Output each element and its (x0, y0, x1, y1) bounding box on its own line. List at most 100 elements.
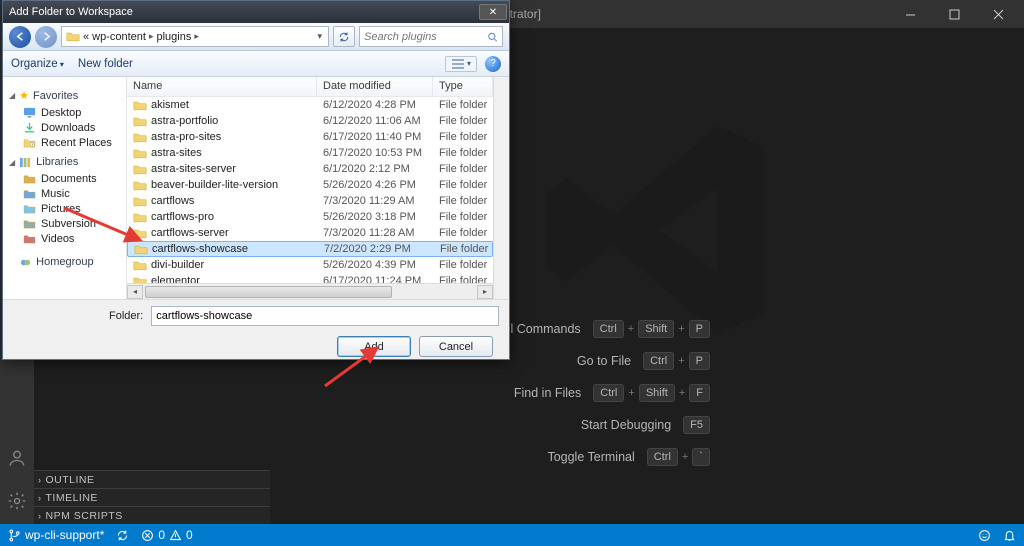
minimize-button[interactable] (888, 0, 932, 28)
horizontal-scrollbar[interactable]: ◂ ▸ (127, 283, 493, 299)
table-row[interactable]: astra-sites6/17/2020 10:53 PMFile folder (127, 145, 493, 161)
new-folder-button[interactable]: New folder (78, 58, 133, 70)
section-timeline[interactable]: ›TIMELINE (34, 488, 270, 506)
file-list: Name Date modified Type akismet6/12/2020… (127, 77, 493, 299)
nav-back-button[interactable] (9, 26, 31, 48)
shortcut-label: Toggle Terminal (547, 450, 634, 464)
recent-icon (23, 137, 36, 148)
side-panel-sections: ›OUTLINE ›TIMELINE ›NPM SCRIPTS (34, 470, 270, 524)
tree-item[interactable]: Music (7, 186, 122, 201)
dialog-body: ◢★Favorites DesktopDownloadsRecent Place… (3, 77, 509, 299)
shortcut-keys: Ctrl+Shift+F (593, 384, 710, 402)
table-row[interactable]: beaver-builder-lite-version5/26/2020 4:2… (127, 177, 493, 193)
section-outline[interactable]: ›OUTLINE (34, 470, 270, 488)
shortcut-label: Go to File (577, 354, 631, 368)
col-date[interactable]: Date modified (317, 77, 433, 96)
folder-input[interactable] (151, 306, 499, 326)
scroll-track[interactable] (143, 285, 477, 299)
col-name[interactable]: Name (127, 77, 317, 96)
column-headers[interactable]: Name Date modified Type (127, 77, 493, 97)
shortcut-label: Find in Files (514, 386, 581, 400)
folder-icon (133, 132, 147, 143)
breadcrumb-bar[interactable]: « wp-content ▸ plugins ▸ ▾ (61, 26, 329, 47)
shortcut-keys: Ctrl+Shift+P (593, 320, 710, 338)
chevron-down-icon[interactable]: ▾ (317, 31, 322, 42)
cancel-button[interactable]: Cancel (419, 336, 493, 357)
folder-icon (133, 212, 147, 223)
table-row[interactable]: cartflows-showcase7/2/2020 2:29 PMFile f… (127, 241, 493, 257)
table-row[interactable]: akismet6/12/2020 4:28 PMFile folder (127, 97, 493, 113)
scroll-thumb[interactable] (145, 286, 392, 298)
tree-item[interactable]: Documents (7, 171, 122, 186)
add-folder-dialog: Add Folder to Workspace ✕ « wp-content ▸… (2, 0, 510, 360)
table-row[interactable]: elementor6/17/2020 11:24 PMFile folder (127, 273, 493, 283)
folder-icon (23, 188, 36, 199)
dialog-nav: « wp-content ▸ plugins ▸ ▾ (3, 23, 509, 51)
shortcut-keys: Ctrl+P (643, 352, 710, 370)
folder-icon (133, 260, 147, 271)
tree-favorites[interactable]: ◢★Favorites (9, 89, 122, 102)
table-row[interactable]: cartflows-pro5/26/2020 3:18 PMFile folde… (127, 209, 493, 225)
maximize-button[interactable] (932, 0, 976, 28)
view-options-button[interactable]: ▾ (445, 56, 477, 72)
branch-indicator[interactable]: wp-cli-support* (8, 528, 104, 542)
folder-icon (133, 164, 147, 175)
tree-item[interactable]: Pictures (7, 201, 122, 216)
table-row[interactable]: astra-pro-sites6/17/2020 11:40 PMFile fo… (127, 129, 493, 145)
scroll-left-button[interactable]: ◂ (127, 285, 143, 299)
tree-item[interactable]: Downloads (7, 120, 122, 135)
feedback-icon[interactable] (978, 529, 991, 542)
folder-icon (23, 218, 36, 229)
help-button[interactable]: ? (485, 56, 501, 72)
homegroup-icon (19, 257, 32, 268)
status-bar: wp-cli-support* 0 0 (0, 524, 1024, 546)
add-button[interactable]: Add (337, 336, 411, 357)
vertical-scrollbar[interactable] (493, 77, 509, 299)
tree-item[interactable]: Videos (7, 231, 122, 246)
welcome-shortcut: Toggle Terminal Ctrl+` (465, 448, 710, 466)
chevron-right-icon: ▸ (194, 31, 199, 42)
shortcut-keys: Ctrl+` (647, 448, 710, 466)
sync-indicator[interactable] (116, 529, 129, 542)
table-row[interactable]: cartflows7/3/2020 11:29 AMFile folder (127, 193, 493, 209)
tree-item[interactable]: Recent Places (7, 135, 122, 150)
folder-icon (133, 116, 147, 127)
folder-icon (133, 100, 147, 111)
search-input[interactable] (364, 31, 487, 43)
organize-menu[interactable]: Organize (11, 58, 64, 70)
warning-icon (169, 529, 182, 542)
tree-item[interactable]: Desktop (7, 105, 122, 120)
tree-libraries[interactable]: ◢Libraries (9, 156, 122, 168)
welcome-shortcut: Start DebuggingF5 (465, 416, 710, 434)
file-rows: akismet6/12/2020 4:28 PMFile folderastra… (127, 97, 493, 283)
dialog-footer: Folder: Add Cancel (3, 299, 509, 359)
star-icon: ★ (19, 89, 29, 102)
tree-homegroup[interactable]: ◢Homegroup (9, 256, 122, 268)
section-npm-scripts[interactable]: ›NPM SCRIPTS (34, 506, 270, 524)
scroll-right-button[interactable]: ▸ (477, 285, 493, 299)
settings-gear-icon[interactable] (7, 491, 27, 516)
search-box[interactable] (359, 26, 503, 47)
table-row[interactable]: cartflows-server7/3/2020 11:28 AMFile fo… (127, 225, 493, 241)
shortcut-keys: F5 (683, 416, 710, 434)
chevron-down-icon: ◢ (9, 91, 15, 100)
search-icon (487, 31, 498, 43)
folder-icon (133, 196, 147, 207)
desktop-icon (23, 107, 36, 118)
table-row[interactable]: divi-builder5/26/2020 4:39 PMFile folder (127, 257, 493, 273)
sync-icon (116, 529, 129, 542)
dialog-titlebar: Add Folder to Workspace ✕ (3, 1, 509, 23)
col-type[interactable]: Type (433, 77, 493, 96)
refresh-button[interactable] (333, 26, 355, 47)
nav-forward-button[interactable] (35, 26, 57, 48)
error-icon (141, 529, 154, 542)
problems-indicator[interactable]: 0 0 (141, 528, 192, 542)
notifications-icon[interactable] (1003, 529, 1016, 542)
table-row[interactable]: astra-portfolio6/12/2020 11:06 AMFile fo… (127, 113, 493, 129)
folder-icon (133, 228, 147, 239)
tree-item[interactable]: Subversion (7, 216, 122, 231)
dialog-close-button[interactable]: ✕ (479, 4, 507, 20)
close-button[interactable] (976, 0, 1020, 28)
table-row[interactable]: astra-sites-server6/1/2020 2:12 PMFile f… (127, 161, 493, 177)
accounts-icon[interactable] (7, 448, 27, 473)
